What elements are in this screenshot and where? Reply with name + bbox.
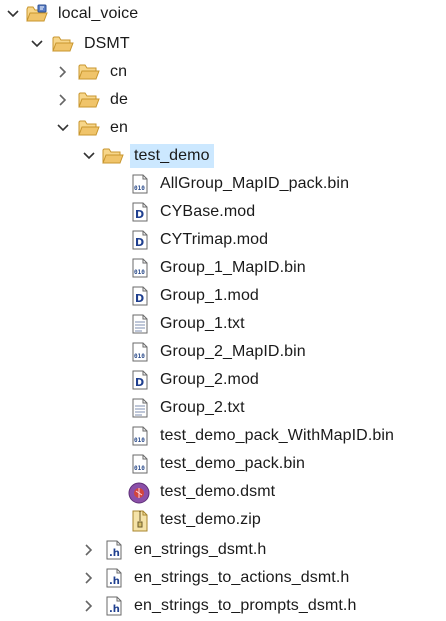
tree-item-label: test_demo_pack_WithMapID.bin: [160, 427, 395, 444]
tree-item-cn[interactable]: cn: [0, 58, 446, 86]
tree-item-local-voice[interactable]: local_voice: [0, 0, 446, 28]
tree-item-test-demo[interactable]: test_demo: [0, 142, 446, 170]
chevron-down-icon[interactable]: [82, 149, 96, 163]
chevron-down-icon[interactable]: [6, 7, 20, 21]
dsmt-file-icon: [128, 482, 150, 504]
folder-open-icon: [52, 34, 74, 54]
binary-file-icon: 010: [130, 426, 150, 446]
svg-text:010: 010: [134, 353, 145, 360]
tree-item-de[interactable]: de: [0, 86, 446, 114]
tree-item-label: CYTrimap.mod: [160, 231, 269, 248]
mod-file-icon: D: [130, 286, 150, 306]
tree-item-label: test_demo: [130, 144, 214, 168]
header-file-icon: .h: [104, 596, 124, 616]
tree-item-label: en_strings_dsmt.h: [134, 541, 267, 558]
tree-item-header-file[interactable]: .h en_strings_to_actions_dsmt.h: [0, 564, 446, 592]
binary-file-icon: 010: [130, 174, 150, 194]
tree-item-label: AllGroup_MapID_pack.bin: [160, 175, 350, 192]
tree-item-label: Group_2.txt: [160, 399, 245, 416]
text-file-icon: [130, 398, 150, 418]
chevron-right-icon[interactable]: [56, 65, 70, 79]
tree-item-label: test_demo.zip: [160, 511, 261, 528]
svg-text:010: 010: [134, 465, 145, 472]
svg-text:D: D: [135, 292, 144, 305]
tree-item-label: cn: [110, 63, 128, 80]
tree-item-file[interactable]: 010 test_demo_pack_WithMapID.bin: [0, 422, 446, 450]
tree-item-file[interactable]: Group_1.txt: [0, 310, 446, 338]
tree-item-dsmt[interactable]: DSMT: [0, 30, 446, 58]
tree-item-label: Group_1.txt: [160, 315, 245, 332]
chevron-right-icon[interactable]: [82, 599, 96, 613]
tree-item-en[interactable]: en: [0, 114, 446, 142]
tree-item-file[interactable]: test_demo.zip: [0, 506, 446, 534]
svg-text:D: D: [135, 376, 144, 389]
folder-open-icon: [102, 146, 124, 166]
tree-item-label: local_voice: [58, 5, 139, 22]
mod-file-icon: D: [130, 202, 150, 222]
tree-item-file[interactable]: 010 test_demo_pack.bin: [0, 450, 446, 478]
project-explorer-tree: local_voice DSMT cn de en test_demo 010 …: [0, 0, 446, 621]
header-file-icon: .h: [104, 568, 124, 588]
chevron-down-icon[interactable]: [30, 37, 44, 51]
binary-file-icon: 010: [130, 258, 150, 278]
mod-file-icon: D: [130, 370, 150, 390]
tree-item-label: de: [110, 91, 128, 108]
mod-file-icon: D: [130, 230, 150, 250]
svg-text:010: 010: [134, 437, 145, 444]
tree-item-file[interactable]: D Group_1.mod: [0, 282, 446, 310]
tree-item-file[interactable]: 010 AllGroup_MapID_pack.bin: [0, 170, 446, 198]
svg-text:D: D: [135, 208, 144, 221]
tree-item-label: en: [110, 119, 128, 136]
tree-item-label: en_strings_to_actions_dsmt.h: [134, 569, 350, 586]
tree-item-file[interactable]: D CYBase.mod: [0, 198, 446, 226]
tree-item-file[interactable]: Group_2.txt: [0, 394, 446, 422]
chevron-right-icon[interactable]: [82, 543, 96, 557]
folder-icon: [78, 62, 100, 82]
tree-item-label: test_demo_pack.bin: [160, 455, 306, 472]
chevron-right-icon[interactable]: [56, 93, 70, 107]
svg-text:010: 010: [134, 269, 145, 276]
svg-text:.h: .h: [109, 576, 120, 587]
svg-text:010: 010: [134, 185, 145, 192]
tree-item-header-file[interactable]: .h en_strings_to_prompts_dsmt.h: [0, 592, 446, 620]
tree-item-file[interactable]: 010 Group_2_MapID.bin: [0, 338, 446, 366]
binary-file-icon: 010: [130, 342, 150, 362]
tree-item-file[interactable]: D Group_2.mod: [0, 366, 446, 394]
tree-item-label: Group_1_MapID.bin: [160, 259, 306, 276]
tree-item-label: Group_1.mod: [160, 287, 259, 304]
tree-item-label: Group_2_MapID.bin: [160, 343, 306, 360]
folder-icon: [78, 90, 100, 110]
tree-item-label: en_strings_to_prompts_dsmt.h: [134, 597, 357, 614]
tree-item-file[interactable]: D CYTrimap.mod: [0, 226, 446, 254]
tree-item-file[interactable]: 010 Group_1_MapID.bin: [0, 254, 446, 282]
zip-file-icon: [130, 510, 150, 532]
chevron-down-icon[interactable]: [56, 121, 70, 135]
project-folder-icon: [26, 4, 48, 24]
tree-item-label: Group_2.mod: [160, 371, 259, 388]
tree-item-header-file[interactable]: .h en_strings_dsmt.h: [0, 536, 446, 564]
tree-item-label: DSMT: [84, 35, 130, 52]
svg-text:.h: .h: [109, 604, 120, 615]
svg-text:D: D: [135, 236, 144, 249]
svg-text:.h: .h: [109, 548, 120, 559]
chevron-right-icon[interactable]: [82, 571, 96, 585]
tree-item-label: CYBase.mod: [160, 203, 256, 220]
binary-file-icon: 010: [130, 454, 150, 474]
text-file-icon: [130, 314, 150, 334]
tree-item-label: test_demo.dsmt: [160, 483, 276, 500]
tree-item-file[interactable]: test_demo.dsmt: [0, 478, 446, 506]
header-file-icon: .h: [104, 540, 124, 560]
folder-open-icon: [78, 118, 100, 138]
